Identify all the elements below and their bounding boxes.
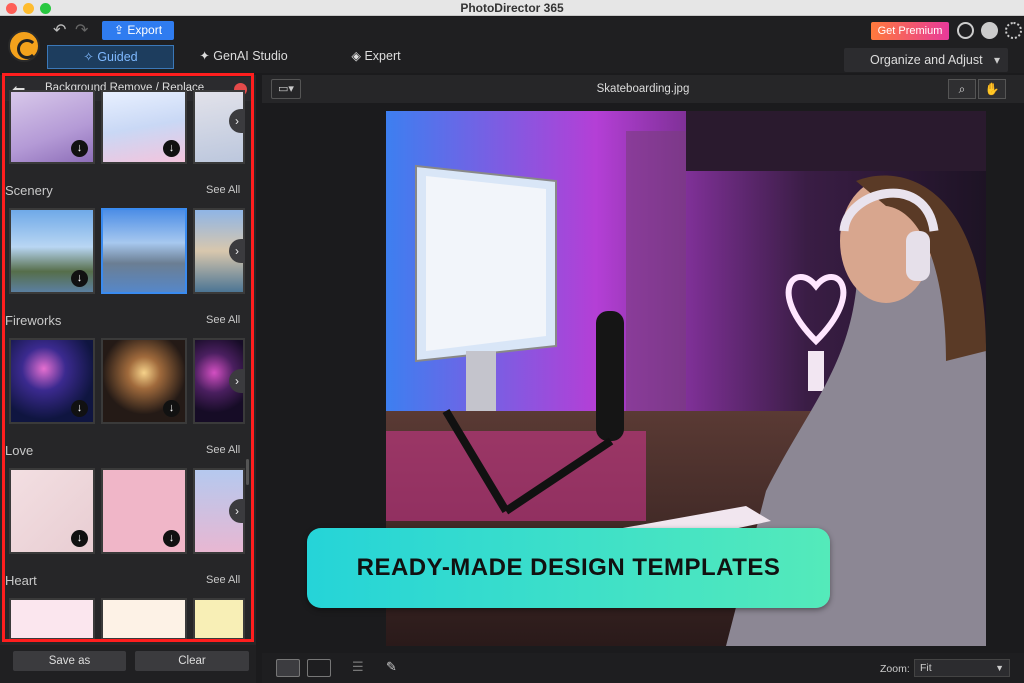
template-thumb-fireworks-1[interactable]: ↓ xyxy=(9,338,95,424)
chevron-down-icon: ▼ xyxy=(995,663,1004,673)
tab-genai-label: GenAI Studio xyxy=(213,49,288,63)
download-icon[interactable]: ↓ xyxy=(71,530,88,547)
window-title-bar: PhotoDirector 365 xyxy=(0,0,1024,16)
template-thumb-fireworks-2[interactable]: ↓ xyxy=(101,338,187,424)
tab-expert[interactable]: ◈ Expert xyxy=(345,45,407,69)
viewer-bottom-bar: ☰ ✎ Zoom: Fit ▼ xyxy=(262,653,1024,683)
export-icon: ⇪ xyxy=(113,23,128,37)
template-thumb-heart-1[interactable] xyxy=(9,598,95,640)
export-button[interactable]: ⇪ Export xyxy=(102,21,174,40)
see-all-love-link[interactable]: See All xyxy=(206,444,240,456)
template-thumb-bridge[interactable] xyxy=(101,208,187,294)
tab-guided-label: Guided xyxy=(97,50,138,64)
zoom-label: Zoom: xyxy=(880,663,910,675)
template-thumb-love-2[interactable]: ↓ xyxy=(101,468,187,554)
account-icon[interactable] xyxy=(957,22,974,39)
template-thumb-butterfly-1[interactable]: ↓ xyxy=(9,90,95,164)
sparkle-icon: ✦ xyxy=(199,49,214,63)
section-title-heart: Heart xyxy=(5,573,37,588)
export-label: Export xyxy=(127,23,163,37)
panel-scrollbar[interactable] xyxy=(246,459,249,485)
template-thumb-eiffel[interactable]: ↓ xyxy=(9,208,95,294)
template-thumb-butterfly-2[interactable]: ↓ xyxy=(101,90,187,164)
file-name: Skateboarding.jpg xyxy=(596,83,690,95)
tab-expert-label: Expert xyxy=(364,49,401,63)
zoom-value: Fit xyxy=(920,662,932,674)
section-title-scenery: Scenery xyxy=(5,183,53,198)
top-toolbar: ↶ ↷ ⇪ Export ✧ Guided ✦ GenAI Studio ◈ E… xyxy=(0,17,1024,73)
download-icon[interactable]: ↓ xyxy=(163,140,180,157)
promo-banner: READY-MADE DESIGN TEMPLATES xyxy=(307,528,830,608)
download-icon[interactable]: ↓ xyxy=(71,400,88,417)
tab-genai-studio[interactable]: ✦ GenAI Studio xyxy=(196,45,291,69)
zoom-select[interactable]: Fit ▼ xyxy=(914,659,1010,677)
chevron-down-icon: ▾ xyxy=(993,53,1000,67)
hand-tool-icon[interactable]: ✋ xyxy=(978,79,1006,99)
panel-actions: Save as Clear xyxy=(0,645,256,683)
section-title-fireworks: Fireworks xyxy=(5,313,62,328)
zoom-tool-icon[interactable]: ⌕ xyxy=(948,79,976,99)
download-icon[interactable]: ↓ xyxy=(163,400,180,417)
clear-button[interactable]: Clear xyxy=(135,651,249,671)
save-as-button[interactable]: Save as xyxy=(13,651,126,671)
see-all-fireworks-link[interactable]: See All xyxy=(206,314,240,326)
single-view-icon[interactable] xyxy=(276,659,300,677)
wand-icon: ✧ xyxy=(83,50,98,64)
tab-guided[interactable]: ✧ Guided xyxy=(47,45,174,69)
see-all-scenery-link[interactable]: See All xyxy=(206,184,240,196)
viewer-toolbar: ▭▾ Skateboarding.jpg ⌕ ✋ xyxy=(262,75,1024,103)
layers-icon: ◈ xyxy=(351,49,365,63)
download-icon[interactable]: ↓ xyxy=(71,140,88,157)
template-thumb-heart-2[interactable] xyxy=(101,598,187,640)
organize-adjust-dropdown[interactable]: Organize and Adjust ▾ xyxy=(844,48,1008,72)
see-all-heart-link[interactable]: See All xyxy=(206,574,240,586)
eyedropper-icon[interactable]: ✎ xyxy=(386,659,397,675)
app-title: PhotoDirector 365 xyxy=(460,1,564,15)
section-title-love: Love xyxy=(5,443,34,458)
gear-icon[interactable] xyxy=(1005,22,1022,39)
app-logo-icon xyxy=(8,30,40,62)
download-icon[interactable]: ↓ xyxy=(71,270,88,287)
get-premium-button[interactable]: Get Premium xyxy=(871,22,949,40)
template-panel: ⬅ Background Remove / Replace ↓ ↓ › Scen… xyxy=(0,75,256,645)
history-icon[interactable]: ☰ xyxy=(352,659,364,675)
template-thumb-love-1[interactable]: ↓ xyxy=(9,468,95,554)
undo-icon[interactable]: ↶ xyxy=(53,20,66,40)
redo-icon[interactable]: ↷ xyxy=(75,20,88,40)
template-thumb-heart-3[interactable] xyxy=(193,598,245,640)
download-icon[interactable]: ↓ xyxy=(163,530,180,547)
compare-view-icon[interactable] xyxy=(307,659,331,677)
organize-label: Organize and Adjust xyxy=(870,53,983,67)
notification-icon[interactable] xyxy=(981,22,998,39)
